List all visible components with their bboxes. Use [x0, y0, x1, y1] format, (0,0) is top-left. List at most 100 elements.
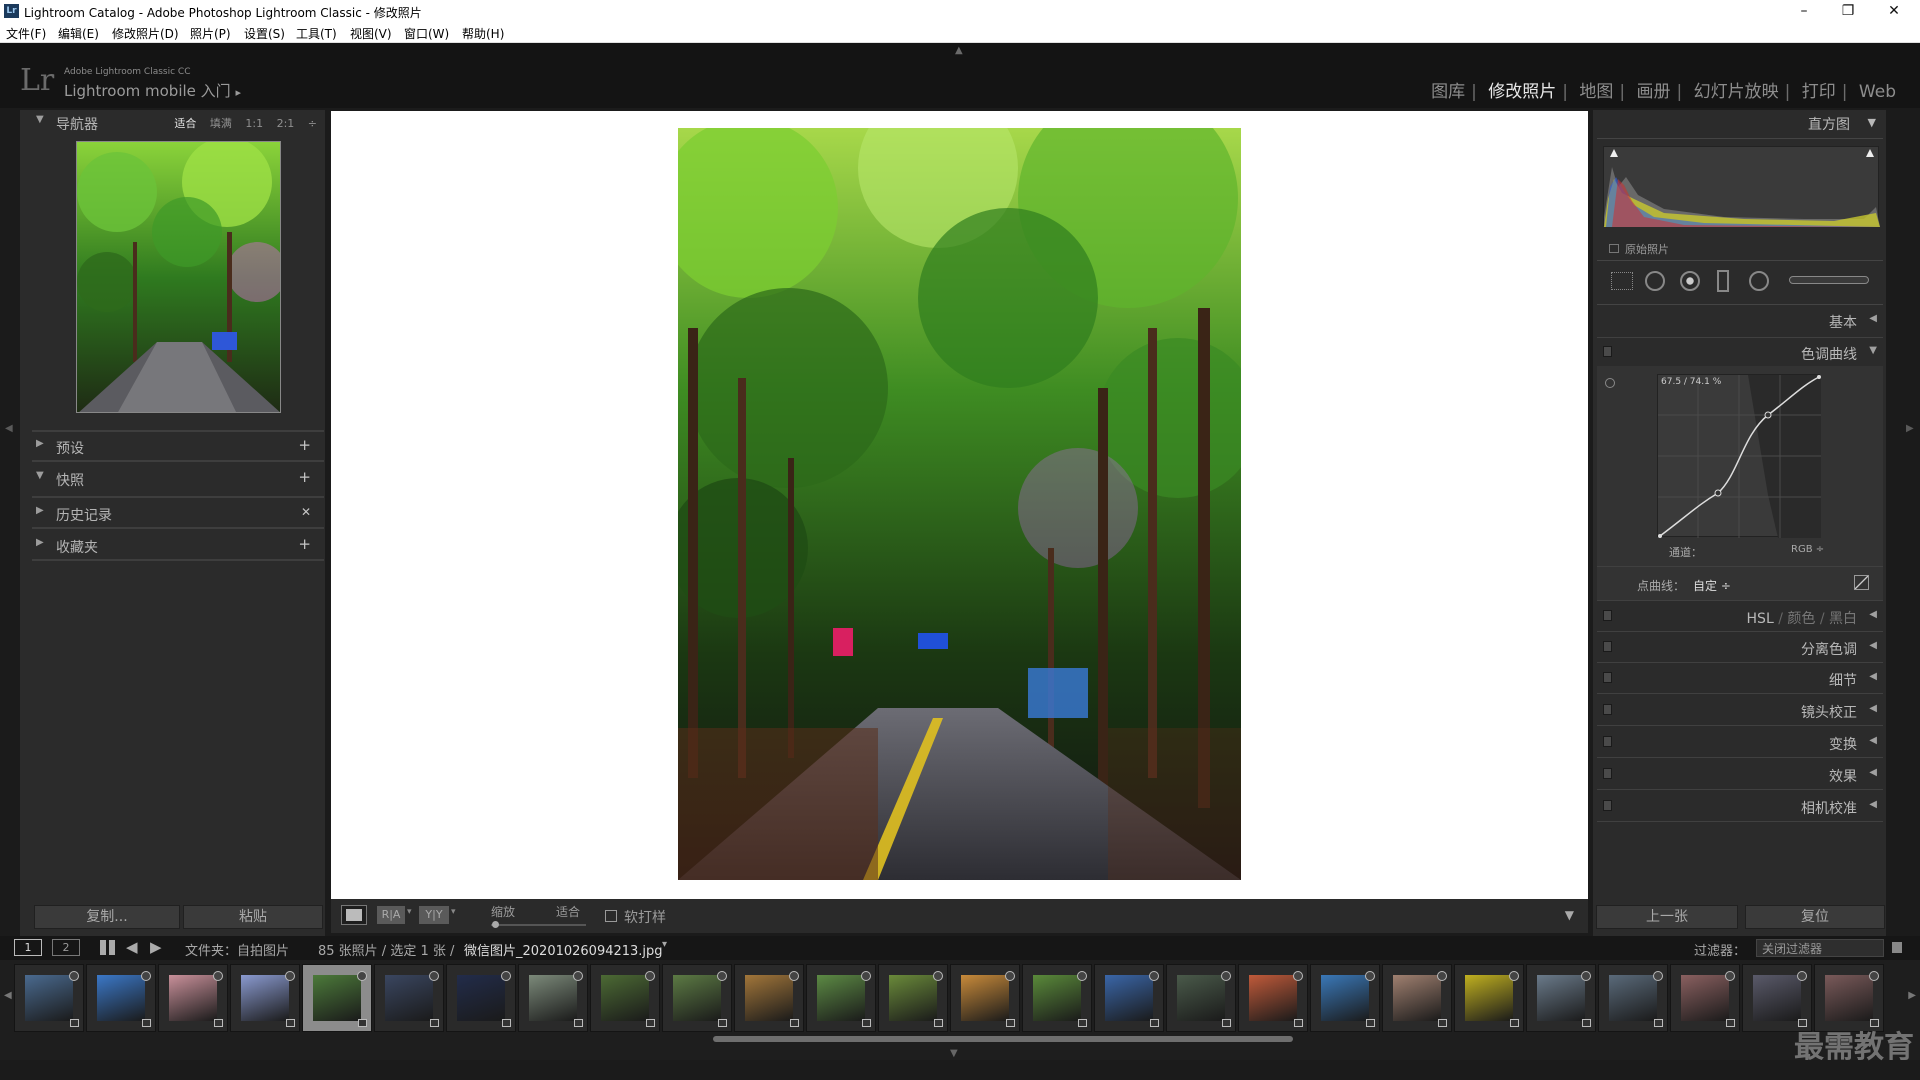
- menu-tools[interactable]: 工具(T): [296, 25, 337, 42]
- filter-select[interactable]: 关闭过滤器: [1756, 939, 1884, 957]
- filmstrip-scroll-left-icon[interactable]: ◀: [4, 990, 12, 1001]
- filmstrip-thumbnail[interactable]: [1670, 964, 1740, 1032]
- panel-switch[interactable]: [1603, 800, 1612, 811]
- filmstrip-scroll-right-icon[interactable]: ▶: [1908, 990, 1916, 1001]
- previous-button[interactable]: 上一张: [1596, 905, 1738, 929]
- filmstrip-thumbnail[interactable]: [734, 964, 804, 1032]
- filmstrip-thumbnail[interactable]: [1310, 964, 1380, 1032]
- filmstrip-thumbnail[interactable]: [590, 964, 660, 1032]
- crop-tool-icon[interactable]: [1611, 272, 1633, 290]
- panel-switch[interactable]: [1603, 768, 1612, 779]
- zoom-mode-menu[interactable]: ÷: [308, 117, 317, 130]
- bw-tab[interactable]: 黑白: [1829, 611, 1857, 627]
- panel-switch[interactable]: [1603, 610, 1612, 621]
- dropdown-arrow-icon[interactable]: ▾: [407, 907, 412, 917]
- filmstrip[interactable]: ◀ ▶ ▼: [0, 960, 1920, 1060]
- panel-switch[interactable]: [1603, 672, 1612, 683]
- filmstrip-thumbnail[interactable]: [1238, 964, 1308, 1032]
- module-library[interactable]: 图库: [1431, 82, 1465, 102]
- panel-switch[interactable]: [1603, 641, 1612, 652]
- histogram-graph[interactable]: [1603, 146, 1880, 227]
- filmstrip-thumbnail[interactable]: [1382, 964, 1452, 1032]
- hsl-tab[interactable]: HSL: [1747, 611, 1774, 627]
- filmstrip-thumbnail[interactable]: [1454, 964, 1524, 1032]
- minimize-button[interactable]: –: [1784, 1, 1824, 21]
- collapse-left-panel-icon[interactable]: ◀: [5, 423, 13, 434]
- calibration-header[interactable]: 相机校准 ◀: [1597, 792, 1883, 820]
- zoom-slider-thumb[interactable]: [492, 921, 499, 928]
- copy-settings-button[interactable]: 复制...: [34, 905, 180, 929]
- histogram-collapse-icon[interactable]: ▼: [1868, 116, 1876, 129]
- collapse-filmstrip-icon[interactable]: ▼: [950, 1048, 958, 1059]
- restore-button[interactable]: ❐: [1828, 1, 1868, 21]
- filmstrip-thumbnail-selected[interactable]: [302, 964, 372, 1032]
- history-header[interactable]: ▶ 历史记录 ✕: [20, 501, 325, 527]
- paste-settings-button[interactable]: 粘贴: [183, 905, 323, 929]
- channel-select[interactable]: RGB ÷: [1791, 544, 1824, 555]
- filmstrip-thumbnail[interactable]: [1526, 964, 1596, 1032]
- module-map[interactable]: 地图: [1579, 82, 1613, 102]
- secondary-window-button[interactable]: 2: [52, 939, 80, 956]
- back-arrow-icon[interactable]: ◀: [126, 938, 138, 956]
- effects-header[interactable]: 效果 ◀: [1597, 760, 1883, 788]
- toolbar-menu-icon[interactable]: ▼: [1565, 908, 1574, 922]
- source-label[interactable]: 文件夹：自拍图片: [185, 940, 289, 959]
- zoom-2to1[interactable]: 2:1: [277, 117, 295, 130]
- filmstrip-thumbnail[interactable]: [1022, 964, 1092, 1032]
- reset-button[interactable]: 复位: [1745, 905, 1885, 929]
- dropdown-arrow-icon[interactable]: ▾: [451, 907, 456, 917]
- menu-edit[interactable]: 编辑(E): [58, 25, 99, 42]
- graduated-filter-icon[interactable]: [1717, 270, 1729, 292]
- tone-curve-header[interactable]: 色调曲线 ▼: [1597, 338, 1883, 366]
- collapse-top-panel-icon[interactable]: ▲: [955, 45, 963, 56]
- spot-removal-icon[interactable]: [1645, 271, 1665, 291]
- filmstrip-thumbnail[interactable]: [950, 964, 1020, 1032]
- menu-help[interactable]: 帮助(H): [462, 25, 504, 42]
- add-snapshot-icon[interactable]: +: [298, 468, 311, 486]
- lightroom-mobile-link[interactable]: Lightroom mobile 入门 ▸: [64, 80, 241, 101]
- navigator-header[interactable]: ▼ 导航器 适合 填满 1:1 2:1 ÷: [20, 110, 325, 136]
- panel-switch[interactable]: [1603, 704, 1612, 715]
- menu-settings[interactable]: 设置(S): [244, 25, 285, 42]
- filmstrip-thumbnail[interactable]: [374, 964, 444, 1032]
- red-eye-icon[interactable]: [1680, 271, 1700, 291]
- loupe-view-button[interactable]: [341, 905, 367, 925]
- menu-window[interactable]: 窗口(W): [404, 25, 449, 42]
- filmstrip-thumbnail[interactable]: [806, 964, 876, 1032]
- color-tab[interactable]: 颜色: [1787, 611, 1815, 627]
- filename-label[interactable]: 微信图片_20201026094213.jpg: [464, 940, 663, 959]
- module-web[interactable]: Web: [1859, 82, 1896, 102]
- add-preset-icon[interactable]: +: [298, 436, 311, 454]
- module-slideshow[interactable]: 幻灯片放映: [1694, 82, 1779, 102]
- menu-view[interactable]: 视图(V): [350, 25, 392, 42]
- filmstrip-thumbnail[interactable]: [86, 964, 156, 1032]
- module-book[interactable]: 画册: [1637, 82, 1671, 102]
- swap-before-after-button[interactable]: Y|Y: [419, 906, 449, 924]
- clear-history-icon[interactable]: ✕: [301, 505, 311, 519]
- collapse-right-panel-icon[interactable]: ▶: [1906, 423, 1914, 434]
- split-toning-header[interactable]: 分离色调 ◀: [1597, 633, 1883, 661]
- forward-arrow-icon[interactable]: ▶: [150, 938, 162, 956]
- lens-corrections-header[interactable]: 镜头校正 ◀: [1597, 696, 1883, 724]
- filmstrip-thumbnail[interactable]: [446, 964, 516, 1032]
- hsl-panel-header[interactable]: HSL / 颜色 / 黑白 ◀: [1597, 602, 1883, 630]
- menu-develop[interactable]: 修改照片(D): [112, 25, 179, 42]
- navigator-preview[interactable]: [76, 141, 281, 413]
- soft-proof-checkbox[interactable]: [605, 910, 617, 922]
- zoom-fit[interactable]: 适合: [174, 117, 196, 130]
- grid-view-icon[interactable]: [100, 940, 115, 955]
- transform-header[interactable]: 变换 ◀: [1597, 728, 1883, 756]
- original-photo-checkbox[interactable]: [1609, 244, 1619, 253]
- snapshots-header[interactable]: ▼ 快照 +: [20, 466, 325, 492]
- detail-header[interactable]: 细节 ◀: [1597, 664, 1883, 692]
- filmstrip-thumbnail[interactable]: [230, 964, 300, 1032]
- filter-lock-icon[interactable]: [1892, 942, 1902, 953]
- module-develop[interactable]: 修改照片: [1488, 82, 1556, 102]
- menu-photo[interactable]: 照片(P): [190, 25, 231, 42]
- filmstrip-thumbnail[interactable]: [14, 964, 84, 1032]
- filmstrip-thumbnail[interactable]: [662, 964, 732, 1032]
- targeted-adjustment-icon[interactable]: [1605, 378, 1615, 388]
- adjustment-brush-icon[interactable]: [1789, 276, 1869, 284]
- filmstrip-thumbnail[interactable]: [158, 964, 228, 1032]
- filmstrip-thumbnail[interactable]: [1598, 964, 1668, 1032]
